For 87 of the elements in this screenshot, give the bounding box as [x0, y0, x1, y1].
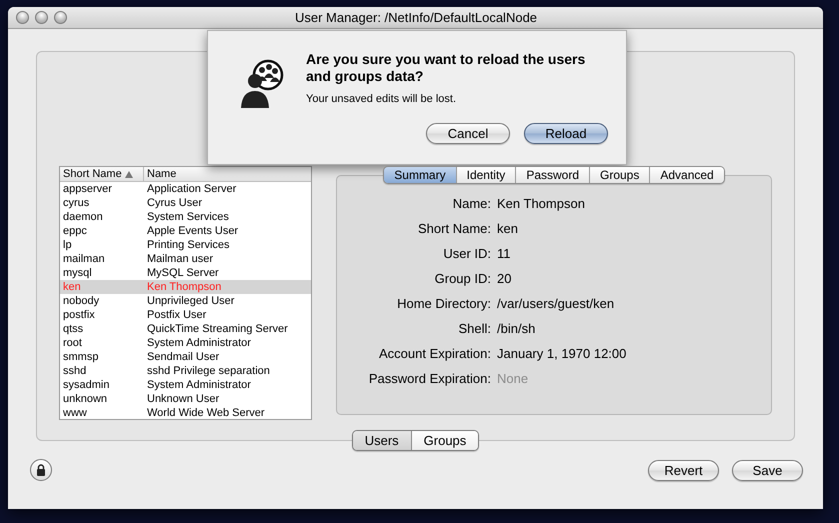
user-row[interactable]: root System Administrator	[60, 336, 311, 350]
table-cell-text: World Wide Web Server	[146, 406, 266, 420]
table-cell-text: unknown	[62, 392, 108, 406]
user-row[interactable]: www World Wide Web Server	[60, 406, 311, 420]
dialog-button[interactable]: Cancel	[426, 122, 510, 144]
tab[interactable]: Summary	[384, 167, 456, 183]
table-cell-text: postfix	[62, 308, 96, 322]
user-row[interactable]: appserver Application Server	[60, 182, 311, 196]
tab[interactable]: Password	[515, 167, 589, 183]
table-cell-text: nobody	[62, 294, 100, 308]
table-cell-text: Unprivileged User	[146, 294, 236, 308]
field-label: Password Expiration:	[368, 371, 492, 387]
user-row[interactable]: eppc Apple Events User	[60, 224, 311, 238]
window-control-icon[interactable]	[16, 11, 29, 24]
footer-button[interactable]: Save	[732, 460, 803, 480]
tab[interactable]: Groups	[589, 167, 650, 183]
table-cell-text: Unknown User	[146, 392, 220, 406]
segment-button[interactable]: Users	[352, 431, 411, 450]
user-row[interactable]: lp Printing Services	[60, 238, 311, 252]
field-value: None	[497, 371, 528, 387]
table-cell-text: Sendmail User	[146, 350, 220, 364]
alert-title: Are you sure you want to reload the users and groups data?	[306, 51, 586, 85]
user-row[interactable]: sshd sshd Privilege separation	[60, 364, 311, 378]
table-cell-text: Apple Events User	[146, 224, 240, 238]
field-value: /bin/sh	[497, 321, 536, 337]
footer-button[interactable]: Revert	[648, 460, 719, 480]
field-value: 20	[497, 271, 512, 287]
field-value: /var/users/guest/ken	[497, 296, 614, 312]
lock-button[interactable]	[30, 459, 52, 481]
field-value: Ken Thompson	[497, 196, 585, 212]
table-cell-text: Mailman user	[146, 252, 214, 266]
field-label: User ID:	[442, 246, 492, 262]
tab[interactable]: Identity	[456, 167, 516, 183]
lock-icon	[36, 464, 46, 476]
user-row[interactable]: smmsp Sendmail User	[60, 350, 311, 364]
table-cell-text: MySQL Server	[146, 266, 220, 280]
table-cell-text: lp	[62, 238, 73, 252]
table-cell-text: daemon	[62, 210, 104, 224]
table-cell-text: QuickTime Streaming Server	[146, 322, 289, 336]
field-label: Name:	[452, 196, 492, 212]
user-row[interactable]: sysadmin System Administrator	[60, 378, 311, 392]
table-cell-text: System Administrator	[146, 378, 252, 392]
field-label: Home Directory:	[396, 296, 492, 312]
table-cell-text: cyrus	[62, 196, 90, 210]
user-row[interactable]: mysql MySQL Server	[60, 266, 311, 280]
table-cell-text: Cyrus User	[146, 196, 204, 210]
table-cell-text: mysql	[62, 266, 93, 280]
field-label: Short Name:	[417, 221, 492, 237]
alert-message: Your unsaved edits will be lost.	[306, 92, 458, 107]
table-cell-text: root	[62, 336, 83, 350]
table-cell-text: eppc	[62, 224, 88, 238]
field-value: ken	[497, 221, 518, 237]
field-label: Group ID:	[434, 271, 492, 287]
user-row[interactable]: unknown Unknown User	[60, 392, 311, 406]
window-control-icon[interactable]	[54, 11, 67, 24]
table-cell-text: appserver	[62, 182, 113, 196]
user-row[interactable]: cyrus Cyrus User	[60, 196, 311, 210]
dialog-button[interactable]: Reload	[524, 122, 608, 144]
column-header[interactable]: Name	[144, 167, 311, 181]
table-cell-text: sshd Privilege separation	[146, 364, 271, 378]
table-cell-text: Application Server	[146, 182, 238, 196]
window-title: User Manager: /NetInfo/DefaultLocalNode	[294, 8, 538, 27]
table-cell-text: mailman	[62, 252, 106, 266]
user-row[interactable]: postfix Postfix User	[60, 308, 311, 322]
user-row[interactable]: daemon System Services	[60, 210, 311, 224]
user-row[interactable]: qtss QuickTime Streaming Server	[60, 322, 311, 336]
table-cell-text: System Administrator	[146, 336, 252, 350]
table-cell-text: Printing Services	[146, 238, 231, 252]
table-cell-text: qtss	[62, 322, 84, 336]
table-cell-text: smmsp	[62, 350, 100, 364]
table-cell-text: www	[62, 406, 88, 420]
table-cell-text: System Services	[146, 210, 230, 224]
user-row[interactable]: nobody Unprivileged User	[60, 294, 311, 308]
window-control-icon[interactable]	[35, 11, 48, 24]
user-row[interactable]: mailman Mailman user	[60, 252, 311, 266]
table-cell-text: Ken Thompson	[146, 280, 222, 294]
field-label: Account Expiration:	[378, 346, 492, 362]
table-cell-text: sshd	[62, 364, 88, 378]
table-cell-text: sysadmin	[62, 378, 110, 392]
column-header[interactable]: Short Name	[60, 167, 144, 181]
table-cell-text: ken	[62, 280, 82, 294]
tab[interactable]: Advanced	[649, 167, 724, 183]
segment-button[interactable]: Groups	[410, 431, 478, 450]
field-value: 11	[497, 246, 510, 262]
field-value: January 1, 1970 12:00	[497, 346, 626, 362]
field-label: Shell:	[457, 321, 492, 337]
table-cell-text: Postfix User	[146, 308, 208, 322]
